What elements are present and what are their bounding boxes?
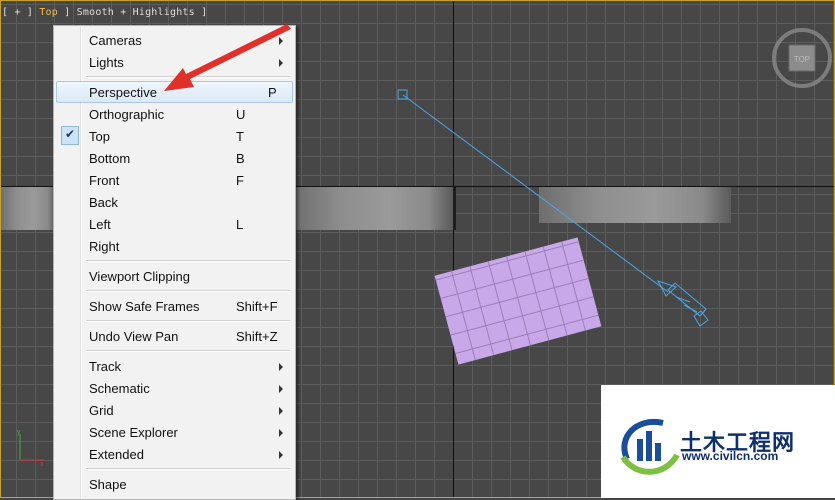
menu-item-label: Cameras bbox=[89, 33, 142, 48]
menu-item-shortcut: B bbox=[236, 151, 245, 166]
watermark-url: www.civilcn.com bbox=[682, 449, 779, 463]
watermark-logo-icon bbox=[620, 418, 680, 475]
menu-separator bbox=[86, 76, 291, 78]
watermark: 土木工程网 www.civilcn.com bbox=[601, 385, 835, 498]
submenu-arrow-icon bbox=[279, 363, 283, 371]
viewport-label-open[interactable]: [ + ] bbox=[2, 7, 39, 18]
menu-item-viewport-clipping[interactable]: Viewport Clipping bbox=[56, 265, 293, 287]
menu-item-label: Top bbox=[89, 129, 110, 144]
menu-item-label: Left bbox=[89, 217, 111, 232]
menu-item-label: Lights bbox=[89, 55, 124, 70]
svg-text:y: y bbox=[17, 429, 21, 436]
menu-item-orthographic[interactable]: Orthographic U bbox=[56, 103, 293, 125]
menu-item-label: Scene Explorer bbox=[89, 425, 178, 440]
menu-item-label: Schematic bbox=[89, 381, 150, 396]
menu-item-front[interactable]: Front F bbox=[56, 169, 293, 191]
menu-item-label: Front bbox=[89, 173, 120, 188]
menu-item-undo-view-pan[interactable]: Undo View Pan Shift+Z bbox=[56, 325, 293, 347]
menu-item-top[interactable]: Top T bbox=[56, 125, 293, 147]
menu-item-label: Viewport Clipping bbox=[89, 269, 190, 284]
viewport-label[interactable]: [ + ] Top ] Smooth + Highlights ] bbox=[2, 7, 207, 18]
menu-item-shape[interactable]: Shape bbox=[56, 473, 293, 495]
menu-item-label: Grid bbox=[89, 403, 114, 418]
menu-item-shortcut: Shift+F bbox=[236, 299, 278, 314]
menu-item-label: Right bbox=[89, 239, 120, 254]
menu-separator bbox=[86, 260, 291, 262]
menu-item-right[interactable]: Right bbox=[56, 235, 293, 257]
menu-item-label: Orthographic bbox=[89, 107, 165, 122]
checkmark-icon bbox=[61, 126, 79, 145]
camera-target-icon[interactable] bbox=[397, 89, 408, 100]
menu-item-label: Show Safe Frames bbox=[89, 299, 200, 314]
menu-item-back[interactable]: Back bbox=[56, 191, 293, 213]
menu-item-shortcut: U bbox=[236, 107, 246, 122]
viewport-view-name[interactable]: Top bbox=[39, 7, 58, 18]
menu-item-show-safe-frames[interactable]: Show Safe Frames Shift+F bbox=[56, 295, 293, 317]
camera-icon[interactable] bbox=[656, 280, 709, 327]
menu-item-shortcut: L bbox=[236, 217, 244, 232]
menu-item-bottom[interactable]: Bottom B bbox=[56, 147, 293, 169]
menu-item-shortcut: T bbox=[236, 129, 244, 144]
menu-item-extended[interactable]: Extended bbox=[56, 443, 293, 465]
viewcube-face-label: TOP bbox=[794, 55, 810, 64]
menu-separator bbox=[86, 290, 291, 292]
menu-item-label: Extended bbox=[89, 447, 144, 462]
menu-separator bbox=[86, 350, 291, 352]
menu-item-label: Bottom bbox=[89, 151, 131, 166]
menu-item-shortcut: Shift+Z bbox=[236, 329, 278, 344]
menu-item-scene-explorer[interactable]: Scene Explorer bbox=[56, 421, 293, 443]
menu-item-left[interactable]: Left L bbox=[56, 213, 293, 235]
menu-item-shortcut: P bbox=[268, 85, 277, 100]
submenu-arrow-icon bbox=[279, 385, 283, 393]
menu-item-lights[interactable]: Lights bbox=[56, 51, 293, 73]
menu-item-label: Perspective bbox=[89, 85, 157, 100]
camera-target-line bbox=[402, 94, 669, 293]
submenu-arrow-icon bbox=[279, 59, 283, 67]
viewport-context-menu: Cameras Lights Perspective P Orthographi… bbox=[53, 25, 296, 500]
submenu-arrow-icon bbox=[279, 429, 283, 437]
menu-item-label: Track bbox=[89, 359, 122, 374]
menu-item-shortcut: F bbox=[236, 173, 244, 188]
menu-item-schematic[interactable]: Schematic bbox=[56, 377, 293, 399]
submenu-arrow-icon bbox=[279, 451, 283, 459]
menu-separator bbox=[86, 468, 291, 470]
menu-separator bbox=[86, 320, 291, 322]
axis-tripod-icon: y x bbox=[17, 429, 44, 468]
menu-item-label: Undo View Pan bbox=[89, 329, 179, 344]
menu-item-cameras[interactable]: Cameras bbox=[56, 29, 293, 51]
submenu-arrow-icon bbox=[279, 37, 283, 45]
svg-text:x: x bbox=[40, 461, 44, 468]
viewport-label-rest[interactable]: ] Smooth + Highlights ] bbox=[58, 7, 207, 18]
menu-item-label: Shape bbox=[89, 477, 127, 492]
menu-item-perspective[interactable]: Perspective P bbox=[56, 81, 293, 103]
menu-item-track[interactable]: Track bbox=[56, 355, 293, 377]
menu-item-grid[interactable]: Grid bbox=[56, 399, 293, 421]
submenu-arrow-icon bbox=[279, 407, 283, 415]
menu-item-label: Back bbox=[89, 195, 118, 210]
viewcube[interactable]: TOP bbox=[771, 25, 835, 89]
